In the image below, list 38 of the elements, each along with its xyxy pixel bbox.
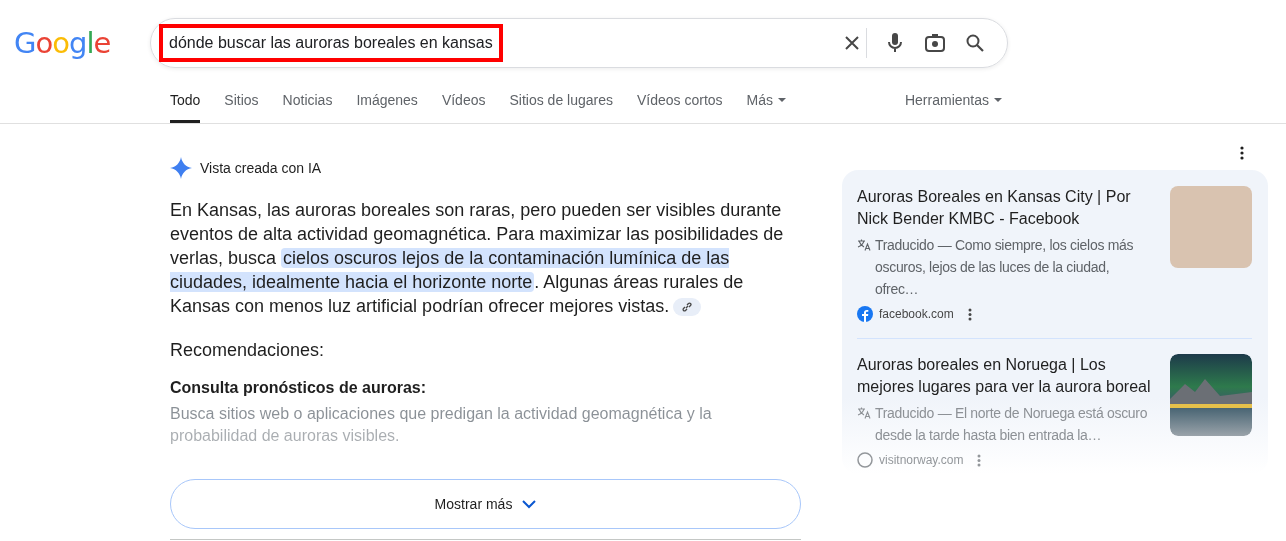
ai-overview-label: Vista creada con IA [200, 160, 322, 176]
facebook-icon [857, 306, 873, 322]
translate-icon [857, 239, 871, 251]
nav-tab[interactable]: Imágenes [356, 92, 418, 123]
caret-icon [778, 98, 787, 102]
nav-tab[interactable]: Noticias [282, 92, 333, 123]
caret-icon [994, 98, 1002, 102]
source-title[interactable]: Auroras Boreales en Kansas City | Por Nick Bender KMBC - Facebook [857, 186, 1152, 230]
nav-tab[interactable]: Sitios [224, 92, 259, 123]
source-snippet: Traducido — El norte de Noruega está oscuro desde la tarde hasta bien entrada la… [875, 404, 1149, 445]
search-field[interactable]: dónde buscar las auroras boreales en kansas [150, 18, 1008, 68]
source-domain[interactable]: facebook.com [879, 307, 954, 321]
source-title[interactable]: Auroras boreales en Noruega | Los mejores lugares para ver la aurora boreal [857, 354, 1152, 398]
ai-summary-paragraph: En Kansas, las auroras boreales son raras, pero pueden ser visibles durante eventos de alta actividad geomagnética. Para maximizar las posibilidades de verlas, busca cielos oscuros lejos de la contaminación lumínica de las ciudades, idealmente hacia el horizonte norte. Algunas áreas rurales de Kansas con menos luz artificial podrían ofrecer mejores vistas. [170, 199, 785, 318]
nav-tab[interactable]: Vídeos cortos [637, 92, 723, 123]
more-options-icon[interactable] [967, 307, 972, 321]
nav-tab[interactable]: Sitios de lugares [509, 92, 613, 123]
globe-icon [857, 452, 873, 468]
show-more-button[interactable]: Mostrar más [170, 479, 801, 529]
nav-tab[interactable]: Vídeos [441, 92, 486, 123]
sparkle-icon [170, 157, 192, 179]
camera-icon[interactable] [925, 34, 945, 52]
nav-tab[interactable]: Más [746, 92, 787, 123]
search-query: dónde buscar las auroras boreales en kansas [161, 26, 501, 60]
chevron-down-icon [522, 499, 537, 509]
landscape-drawing[interactable] [1170, 354, 1252, 436]
search-icon[interactable] [966, 34, 984, 52]
section-heading: Recomendaciones: [170, 340, 326, 361]
source-snippet: Traducido — Como siempre, los cielos más oscuros, lejos de las luces de la ciudad, ofrec… [875, 236, 1135, 299]
microphone-icon[interactable] [888, 33, 902, 53]
translate-icon [857, 407, 871, 419]
google-logo[interactable]: Google [14, 26, 150, 60]
close-icon[interactable] [844, 35, 860, 51]
recommendation-title: Consulta pronósticos de auroras: [170, 379, 428, 397]
tools-menu[interactable]: Herramientas [904, 92, 1002, 123]
more-options-icon[interactable] [1240, 146, 1244, 160]
link-icon[interactable] [673, 298, 702, 317]
nav-tab[interactable]: Todo [170, 92, 201, 123]
